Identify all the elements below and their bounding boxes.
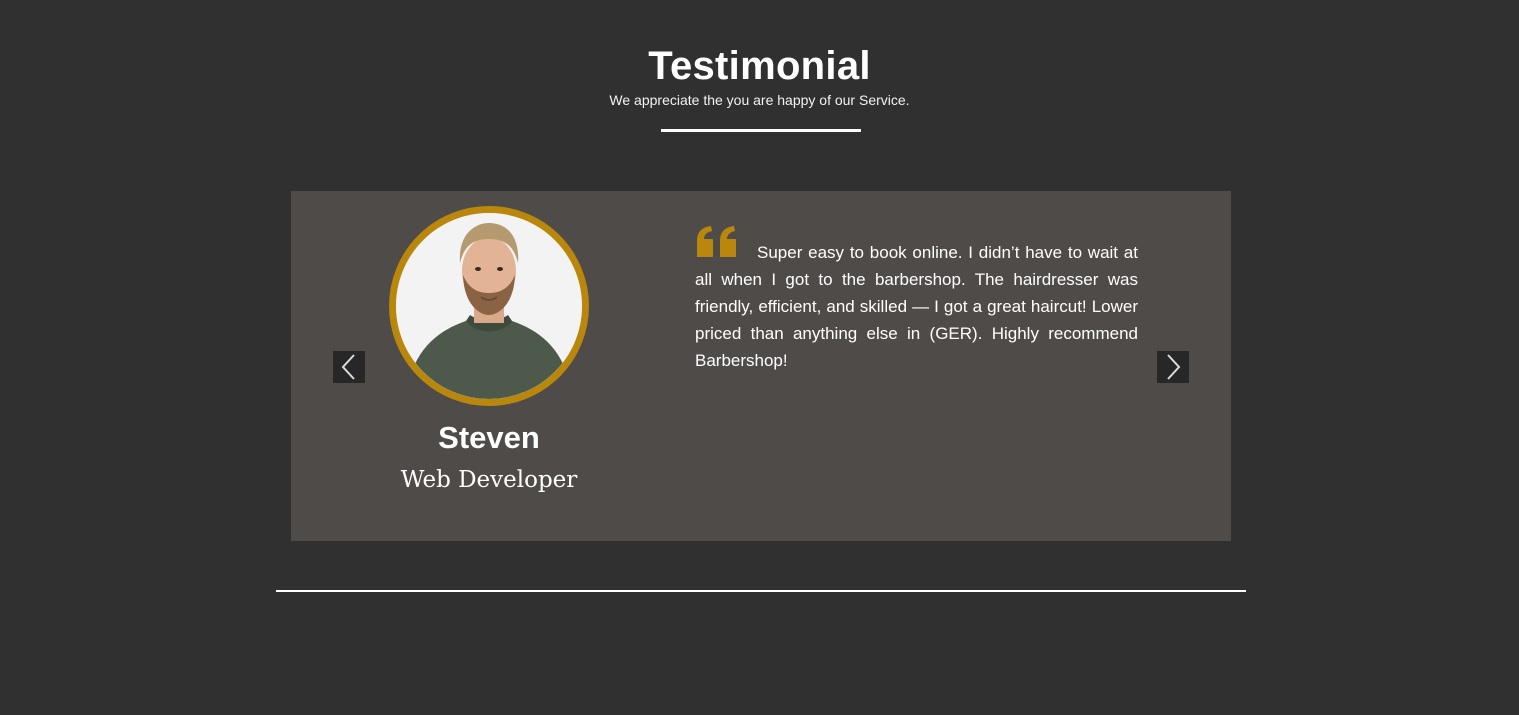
testimonial-card: Steven Web Developer Super easy to book …	[291, 191, 1231, 541]
section-divider	[276, 590, 1246, 592]
page-title: Testimonial	[648, 44, 871, 88]
testimonial-name: Steven	[438, 420, 540, 455]
chevron-right-icon	[1167, 354, 1181, 380]
page-subtitle: We appreciate the you are happy of our S…	[609, 92, 910, 108]
chevron-left-icon	[341, 354, 355, 380]
testimonial-quote-text: Super easy to book online. I didn’t have…	[695, 243, 1138, 370]
testimonial-role: Web Developer	[400, 467, 578, 493]
section-header: Testimonial We appreciate the you are ha…	[0, 42, 1519, 109]
next-button[interactable]	[1157, 351, 1189, 383]
person-photo	[396, 213, 582, 399]
title-divider	[661, 129, 861, 132]
testimonial-quote: Super easy to book online. I didn’t have…	[695, 239, 1138, 374]
avatar	[389, 206, 589, 406]
previous-button[interactable]	[333, 351, 365, 383]
